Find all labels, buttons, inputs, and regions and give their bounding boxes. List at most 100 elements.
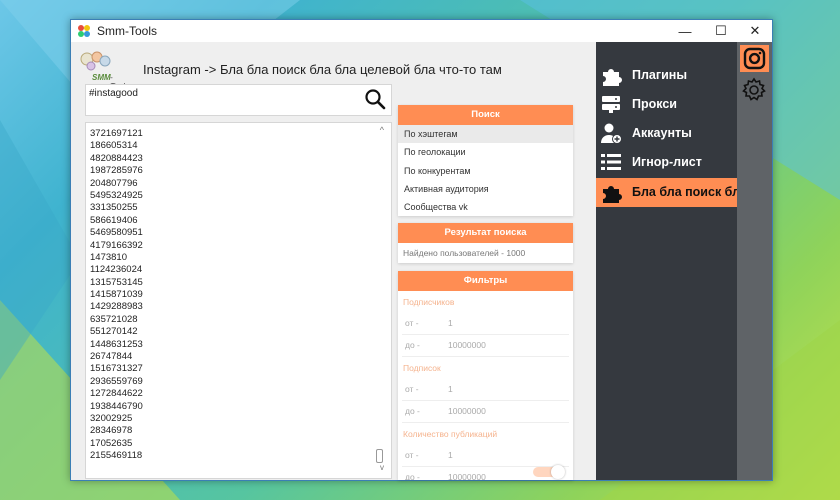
server-icon [602, 96, 620, 113]
list-item[interactable]: 28346978 [90, 425, 143, 437]
page-title: Instagram -> Бла бла поиск бла бла целев… [143, 62, 502, 77]
list-item[interactable]: 1448631253 [90, 339, 143, 351]
filter-from-row[interactable]: от - 1 [402, 379, 569, 401]
filter-category-label: Подписок [403, 363, 441, 373]
instagram-icon [743, 47, 766, 70]
filter-range-label: до - [405, 406, 420, 416]
filter-toggle[interactable] [533, 465, 565, 479]
nav-item-label: Игнор-лист [632, 155, 702, 169]
minimize-button[interactable]: — [668, 20, 702, 42]
list-item[interactable]: 32002925 [90, 413, 143, 425]
nav-item[interactable]: Бла бла поиск бла [596, 178, 747, 207]
search-panel-header: Поиск [398, 105, 573, 125]
list-item[interactable]: 1272844622 [90, 388, 143, 400]
instagram-button[interactable] [740, 45, 769, 72]
filter-range-label: от - [405, 318, 419, 328]
app-window: Smm-Tools — ☐ ✕ SMM -Tools Instagram -> … [70, 19, 773, 481]
result-panel: Результат поиска Найдено пользователей -… [398, 223, 573, 263]
list-item[interactable]: 26747844 [90, 351, 143, 363]
nav-item[interactable]: Аккаунты [596, 119, 737, 148]
list-item[interactable]: 4179166392 [90, 240, 143, 252]
nav-item[interactable]: Плагины [596, 61, 737, 90]
list-item[interactable]: 1315753145 [90, 277, 143, 289]
filter-from-row[interactable]: от - 1 [402, 445, 569, 467]
puzzle-icon [603, 186, 622, 203]
sidebar-nav: Плагины Прокси Аккаунты Игнор-лист Бла бла п… [596, 42, 747, 480]
filter-range-label: от - [405, 384, 419, 394]
filter-range-label: от - [405, 450, 419, 460]
toggle-knob[interactable] [551, 465, 565, 479]
search-input-value[interactable]: #instagood [89, 88, 138, 99]
list-item[interactable]: 1938446790 [90, 401, 143, 413]
filter-groups: Подписчиков от - 1 до - 10000000 Подписок от -… [398, 291, 573, 480]
right-rail [737, 42, 772, 480]
nav-item[interactable]: Игнор-лист [596, 148, 737, 177]
title-bar: Smm-Tools — ☐ ✕ [71, 20, 772, 42]
filters-panel-header: Фильтры [398, 271, 573, 291]
filter-range-value[interactable]: 1 [448, 450, 453, 460]
list-icon [601, 154, 621, 170]
list-item[interactable]: 1473810 [90, 252, 143, 264]
list-item[interactable]: 2155469118 [90, 450, 143, 462]
search-option[interactable]: Активная аудитория [398, 180, 573, 198]
smm-tools-logo: SMM -Tools [77, 49, 131, 91]
list-item[interactable]: 204807796 [90, 178, 143, 190]
nav-item-label: Прокси [632, 97, 677, 111]
add-user-icon [601, 123, 622, 144]
list-item[interactable]: 186605314 [90, 140, 143, 152]
list-item[interactable]: 635721028 [90, 314, 143, 326]
list-item[interactable]: 17052635 [90, 438, 143, 450]
filter-category-label: Подписчиков [403, 297, 455, 307]
search-option[interactable]: По геолокации [398, 143, 573, 161]
scrollbar-thumb[interactable] [376, 449, 383, 463]
filter-category-label: Количество публикаций [403, 429, 498, 439]
search-option[interactable]: По конкурентам [398, 162, 573, 180]
filter-to-row[interactable]: до - 10000000 [402, 401, 569, 423]
list-item[interactable]: 3721697121 [90, 128, 143, 140]
filter-range-value[interactable]: 10000000 [448, 472, 486, 480]
search-icon[interactable] [364, 88, 386, 110]
filter-range-value[interactable]: 10000000 [448, 406, 486, 416]
main-content: SMM -Tools Instagram -> Бла бла поиск бл… [71, 42, 596, 480]
nav-item-label: Бла бла поиск бла [632, 185, 747, 199]
nav-item-label: Плагины [632, 68, 687, 82]
filter-to-row[interactable]: до - 10000000 [402, 335, 569, 357]
puzzle-icon [603, 69, 622, 86]
logo-brand-text: SMM [92, 73, 111, 82]
result-panel-header: Результат поиска [398, 223, 573, 243]
list-item[interactable]: 1429288983 [90, 301, 143, 313]
list-item[interactable]: 331350255 [90, 202, 143, 214]
list-item[interactable]: 1516731327 [90, 363, 143, 375]
list-item[interactable]: 5469580951 [90, 227, 143, 239]
window-title: Smm-Tools [97, 24, 158, 38]
list-item[interactable]: 5495324925 [90, 190, 143, 202]
nav-item[interactable]: Прокси [596, 90, 737, 119]
list-item[interactable]: 551270142 [90, 326, 143, 338]
filter-range-value[interactable]: 1 [448, 318, 453, 328]
filter-range-value[interactable]: 10000000 [448, 340, 486, 350]
maximize-button[interactable]: ☐ [704, 20, 738, 42]
search-input[interactable]: #instagood [85, 84, 392, 116]
list-item[interactable]: 586619406 [90, 215, 143, 227]
scroll-up-arrow[interactable]: ^ [380, 125, 384, 135]
close-button[interactable]: ✕ [738, 20, 772, 42]
settings-button[interactable] [740, 76, 768, 104]
list-item[interactable]: 1415871039 [90, 289, 143, 301]
scroll-down-arrow[interactable]: v [380, 463, 384, 472]
list-item[interactable]: 4820884423 [90, 153, 143, 165]
filter-range-label: до - [405, 340, 420, 350]
filter-range-label: до - [405, 472, 420, 480]
results-list[interactable]: 3721697121 186605314 4820884423 1987285976 2… [85, 122, 392, 479]
search-options: По хэштегам По геолокации По конкурентам Ак… [398, 125, 573, 216]
list-item[interactable]: 1987285976 [90, 165, 143, 177]
search-option[interactable]: По хэштегам [398, 125, 573, 144]
list-item[interactable]: 1124236024 [90, 264, 143, 276]
search-option[interactable]: Сообщества vk [398, 198, 573, 216]
list-item[interactable]: 2936559769 [90, 376, 143, 388]
nav-item-label: Аккаунты [632, 126, 692, 140]
filter-range-value[interactable]: 1 [448, 384, 453, 394]
filter-from-row[interactable]: от - 1 [402, 313, 569, 335]
result-count-text: Найдено пользователей - 1000 [403, 248, 526, 258]
filters-panel: Фильтры Подписчиков от -1 до -10000000 Подп… [398, 271, 573, 480]
app-icon [78, 25, 90, 37]
